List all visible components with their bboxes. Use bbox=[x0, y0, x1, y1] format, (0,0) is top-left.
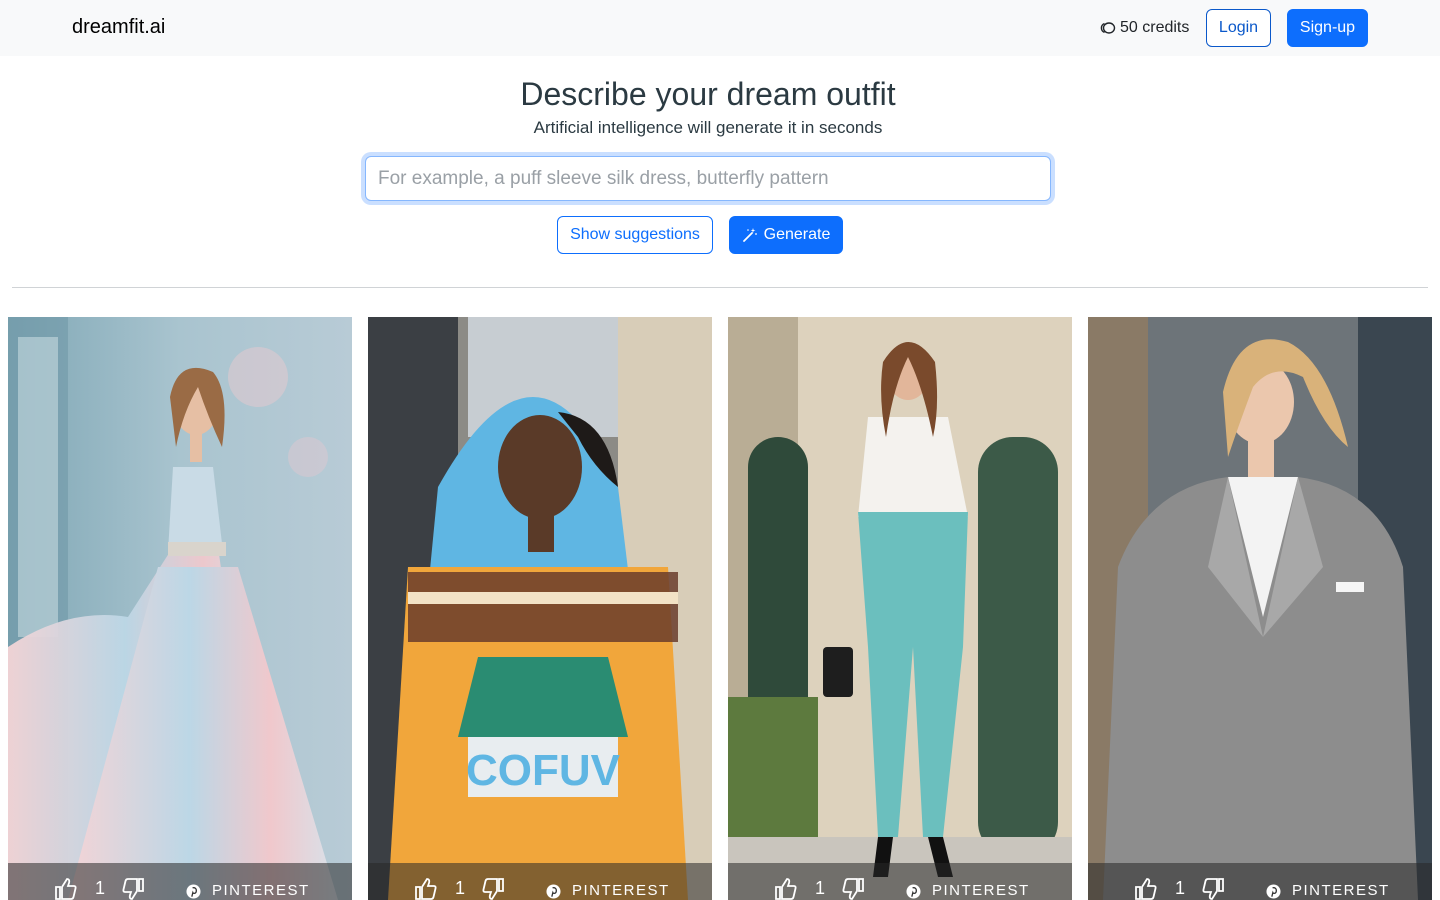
card-action-bar: 1 PINTEREST bbox=[728, 863, 1072, 900]
page-title: Describe your dream outfit bbox=[520, 76, 896, 112]
gallery-card[interactable]: 1 PINTEREST bbox=[1088, 317, 1432, 900]
like-count: 1 bbox=[95, 878, 106, 898]
magic-wand-icon bbox=[742, 228, 757, 242]
card-action-bar: 1 PINTEREST bbox=[1088, 863, 1432, 900]
like-count: 1 bbox=[1175, 878, 1186, 898]
thumbs-down-icon[interactable] bbox=[841, 877, 865, 900]
navbar: dreamfit.ai 50 credits Login Sign-up bbox=[0, 0, 1440, 56]
like-count: 1 bbox=[455, 878, 466, 898]
card-action-bar: 1 PINTEREST bbox=[368, 863, 712, 900]
thumbs-up-icon[interactable] bbox=[1134, 877, 1158, 900]
pinterest-icon[interactable] bbox=[906, 884, 921, 899]
show-suggestions-button[interactable]: Show suggestions bbox=[557, 216, 713, 254]
generate-label: Generate bbox=[763, 226, 831, 243]
outfit-gallery: 1 PINTEREST COFUV 1 PINTEREST 1 PINTERES… bbox=[8, 317, 1432, 900]
pinterest-share-label[interactable]: PINTEREST bbox=[1292, 882, 1390, 899]
outfit-prompt-input[interactable] bbox=[365, 156, 1051, 201]
gallery-card[interactable]: 1 PINTEREST bbox=[8, 317, 352, 900]
thumbs-up-icon[interactable] bbox=[54, 877, 78, 900]
thumbs-down-icon[interactable] bbox=[1201, 877, 1225, 900]
outfit-image[interactable] bbox=[728, 317, 1072, 900]
pinterest-share-label[interactable]: PINTEREST bbox=[212, 882, 310, 899]
pinterest-icon[interactable] bbox=[186, 884, 201, 899]
outfit-image[interactable] bbox=[8, 317, 352, 900]
coin-icon bbox=[1100, 22, 1116, 34]
pinterest-icon[interactable] bbox=[546, 884, 561, 899]
gallery-card[interactable]: COFUV 1 PINTEREST bbox=[368, 317, 712, 900]
divider bbox=[12, 287, 1428, 288]
thumbs-up-icon[interactable] bbox=[774, 877, 798, 900]
brand-logo[interactable]: dreamfit.ai bbox=[72, 16, 165, 39]
svg-text:COFUV: COFUV bbox=[466, 746, 621, 795]
thumbs-down-icon[interactable] bbox=[121, 877, 145, 900]
page-subtitle: Artificial intelligence will generate it… bbox=[533, 118, 883, 137]
pinterest-share-label[interactable]: PINTEREST bbox=[572, 882, 670, 899]
pinterest-share-label[interactable]: PINTEREST bbox=[932, 882, 1030, 899]
thumbs-down-icon[interactable] bbox=[481, 877, 505, 900]
login-button[interactable]: Login bbox=[1206, 9, 1271, 47]
credits-indicator: 50 credits bbox=[1100, 19, 1189, 37]
signup-button[interactable]: Sign-up bbox=[1287, 9, 1368, 47]
thumbs-up-icon[interactable] bbox=[414, 877, 438, 900]
like-count: 1 bbox=[815, 878, 826, 898]
outfit-image[interactable] bbox=[1088, 317, 1432, 900]
outfit-image[interactable]: COFUV bbox=[368, 317, 712, 900]
gallery-card[interactable]: 1 PINTEREST bbox=[728, 317, 1072, 900]
card-action-bar: 1 PINTEREST bbox=[8, 863, 352, 900]
credits-label: 50 credits bbox=[1120, 19, 1190, 36]
pinterest-icon[interactable] bbox=[1266, 884, 1281, 899]
generate-button[interactable]: Generate bbox=[729, 216, 843, 254]
